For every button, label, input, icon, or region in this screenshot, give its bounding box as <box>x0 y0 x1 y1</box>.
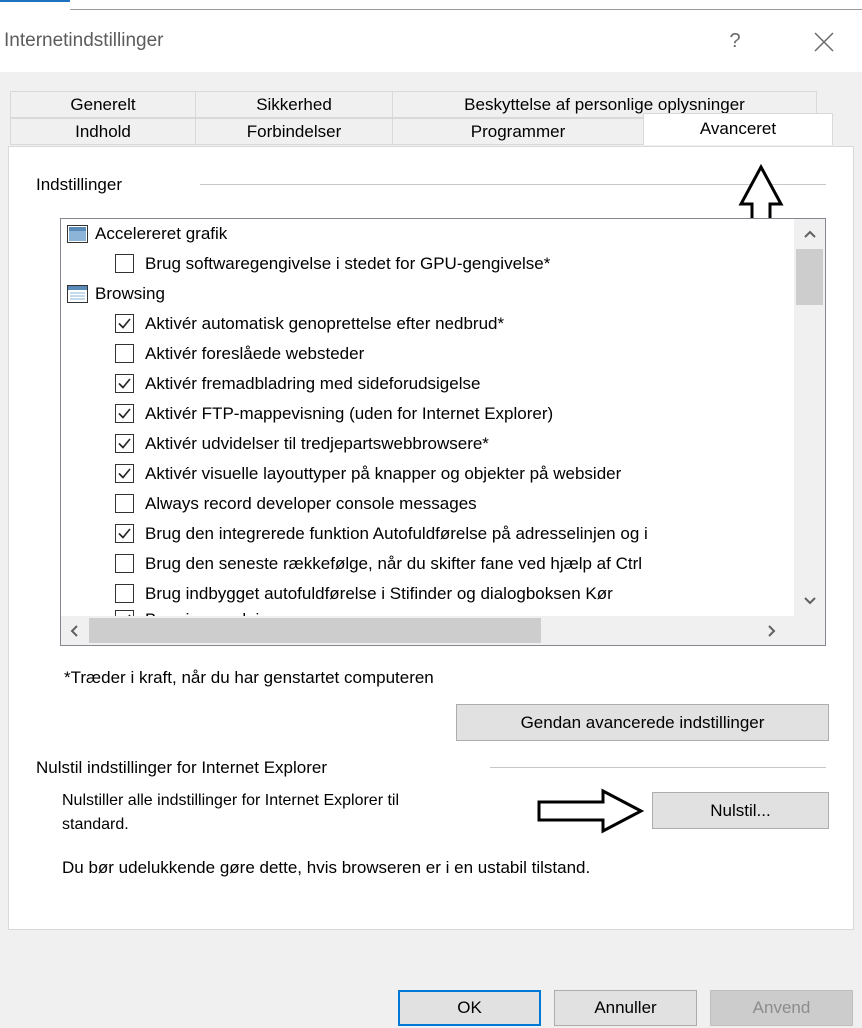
help-button[interactable]: ? <box>720 26 750 56</box>
setting-label: Aktivér FTP-mappevisning (uden for Inter… <box>145 404 554 423</box>
scroll-right-icon[interactable] <box>767 624 777 638</box>
checkbox-checked[interactable] <box>115 314 134 333</box>
close-button[interactable] <box>804 24 844 58</box>
reset-warning: Du bør udelukkende gøre dette, hvis brow… <box>62 858 591 877</box>
display-category-icon <box>67 225 88 243</box>
horizontal-scrollbar[interactable] <box>61 616 794 645</box>
right-arrow-annotation-icon <box>537 788 645 834</box>
checkbox-checked[interactable] <box>115 464 134 483</box>
checkmark-icon <box>118 408 131 419</box>
restart-note: *Træder i kraft, når du har genstartet c… <box>64 668 434 687</box>
checkmark-icon <box>118 318 131 329</box>
title-accent-line <box>0 0 70 2</box>
horizontal-scroll-thumb[interactable] <box>89 618 541 643</box>
checkbox[interactable] <box>115 254 134 273</box>
title-top-line <box>70 9 862 10</box>
category-label: Accelereret grafik <box>95 224 228 243</box>
setting-label: Aktivér udvidelser til tredjepartswebbro… <box>145 434 489 453</box>
setting-label: Always record developer console messages <box>145 494 477 513</box>
checkmark-icon <box>118 438 131 449</box>
restore-advanced-settings-button[interactable]: Gendan avancerede indstillinger <box>456 704 829 741</box>
checkbox[interactable] <box>115 494 134 513</box>
scroll-corner <box>794 616 825 645</box>
internet-options-dialog: Internetindstillinger ? Generelt Sikkerh… <box>0 0 862 1028</box>
cancel-button[interactable]: Annuller <box>554 990 697 1026</box>
window-category-icon <box>67 285 88 303</box>
category-label: Browsing <box>95 284 165 303</box>
tab-content[interactable]: Indhold <box>10 118 196 145</box>
tab-general[interactable]: Generelt <box>10 91 196 118</box>
checkmark-icon <box>118 468 131 479</box>
reset-group-label: Nulstil indstillinger for Internet Explo… <box>36 758 334 778</box>
checkbox[interactable] <box>115 584 134 603</box>
setting-label: Aktivér foreslåede websteder <box>145 344 365 363</box>
reset-group-line <box>490 767 826 768</box>
vertical-scrollbar[interactable] <box>794 219 825 616</box>
checkbox-checked[interactable] <box>115 434 134 453</box>
window-title: Internetindstillinger <box>4 30 164 51</box>
scroll-up-icon[interactable] <box>803 229 817 239</box>
setting-label: Aktivér visuelle layouttyper på knapper … <box>145 464 622 483</box>
tab-connections[interactable]: Forbindelser <box>195 118 393 145</box>
checkbox[interactable] <box>115 554 134 573</box>
scroll-down-icon[interactable] <box>803 596 817 606</box>
vertical-scroll-thumb[interactable] <box>796 249 823 305</box>
settings-list-viewport: Accelereret grafik Brug softwaregengivel… <box>61 219 794 616</box>
settings-group-label: Indstillinger <box>36 175 128 195</box>
reset-description-line1: Nulstiller alle indstillinger for Intern… <box>62 792 400 809</box>
close-icon <box>814 31 834 52</box>
reset-description-line2: standard. <box>62 816 129 833</box>
tab-security[interactable]: Sikkerhed <box>195 91 393 118</box>
setting-label: Aktivér fremadbladring med sideforudsige… <box>145 374 481 393</box>
advanced-settings-listbox[interactable]: Accelereret grafik Brug softwaregengivel… <box>60 218 826 646</box>
setting-label: Aktivér automatisk genoprettelse efter n… <box>145 314 505 333</box>
checkbox-checked[interactable] <box>115 404 134 423</box>
tab-advanced[interactable]: Avanceret <box>643 113 833 145</box>
setting-label: Brug softwaregengivelse i stedet for GPU… <box>145 254 551 273</box>
checkbox-checked[interactable] <box>115 374 134 393</box>
tab-row-bottom: Indhold Forbindelser Programmer <box>10 118 644 145</box>
ok-button[interactable]: OK <box>398 990 541 1026</box>
apply-button[interactable]: Anvend <box>710 990 853 1026</box>
checkmark-icon <box>118 528 131 539</box>
setting-label: Brug den integrerede funktion Autofuldfø… <box>145 524 648 543</box>
setting-label: Brug jævn rulning <box>145 605 278 616</box>
checkbox[interactable] <box>115 344 134 363</box>
checkbox-checked[interactable] <box>115 524 134 543</box>
tab-programs[interactable]: Programmer <box>392 118 644 145</box>
setting-label: Brug den seneste rækkefølge, når du skif… <box>145 554 643 573</box>
scroll-left-icon[interactable] <box>69 624 79 638</box>
checkmark-icon <box>118 378 131 389</box>
settings-group-line <box>200 184 826 185</box>
title-bar: Internetindstillinger ? <box>0 0 862 72</box>
reset-button[interactable]: Nulstil... <box>652 792 829 829</box>
